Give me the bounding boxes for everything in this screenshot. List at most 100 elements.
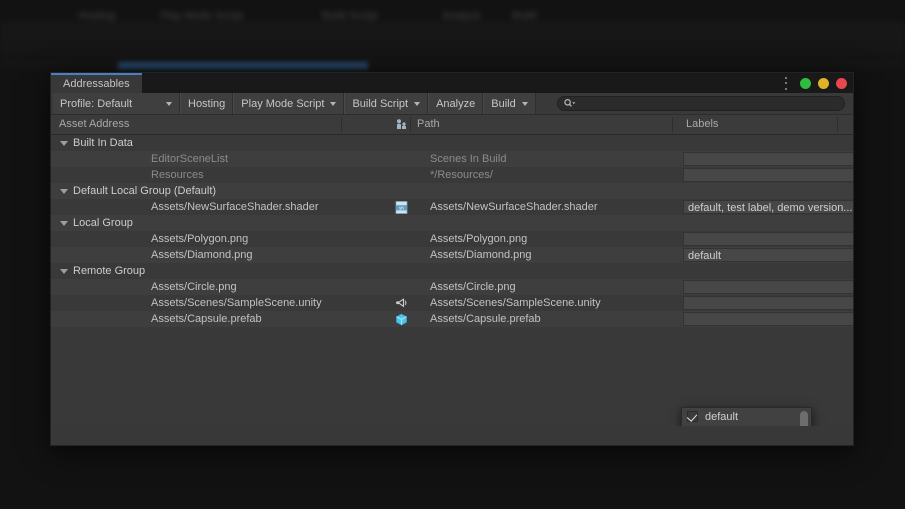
kebab-menu-icon[interactable] xyxy=(781,76,791,90)
scene-icon xyxy=(396,298,407,308)
window-footer xyxy=(51,426,853,444)
labels-popup-scrollbar-thumb[interactable] xyxy=(800,411,808,426)
analyze-label: Analyze xyxy=(436,97,476,110)
shader-icon: sh xyxy=(395,201,408,214)
group-name-label: Remote Group xyxy=(73,265,146,277)
play-mode-script-label: Play Mode Script xyxy=(241,97,325,110)
labels-dropdown[interactable] xyxy=(683,168,853,182)
modified-flag-icon xyxy=(397,119,406,129)
tree-asset-row[interactable]: Assets/Circle.png Assets/Circle.png xyxy=(51,279,853,295)
search-icon xyxy=(564,99,576,107)
profile-label: Profile: Default xyxy=(60,97,133,110)
asset-address-label: Assets/Diamond.png xyxy=(151,249,253,261)
labels-popup-items: defaulttest labeldemo versionpreload xyxy=(682,408,811,426)
column-labels[interactable]: Labels xyxy=(686,118,718,130)
column-asset-address[interactable]: Asset Address xyxy=(59,118,129,130)
addressables-tree[interactable]: Built In Data EditorSceneList Scenes In Bu… xyxy=(51,135,853,426)
addressables-groups-window: Addressables Profile: Default Hosting Pl… xyxy=(50,72,854,446)
chevron-down-icon xyxy=(166,101,172,106)
expand-triangle-icon[interactable] xyxy=(60,221,68,226)
asset-path-label: Assets/Capsule.prefab xyxy=(430,313,541,325)
shader-icon: sh xyxy=(395,201,408,214)
search-container xyxy=(555,93,853,114)
build-label: Build xyxy=(491,97,516,110)
tree-asset-row[interactable]: Assets/NewSurfaceShader.shader sh Assets/N… xyxy=(51,199,853,215)
labels-dropdown[interactable] xyxy=(683,296,853,310)
column-divider[interactable] xyxy=(672,117,673,132)
expand-triangle-icon[interactable] xyxy=(60,189,68,194)
group-name-label: Built In Data xyxy=(73,137,133,149)
tab-addressables[interactable]: Addressables xyxy=(51,73,142,93)
chevron-down-icon xyxy=(330,101,337,106)
asset-path-label: Assets/Polygon.png xyxy=(430,233,528,245)
labels-dropdown-value: default xyxy=(688,250,722,262)
build-script-dropdown[interactable]: Build Script xyxy=(344,93,429,114)
labels-dropdown[interactable] xyxy=(683,312,853,326)
labels-dropdown-value: default, test label, demo version... xyxy=(688,202,853,214)
labels-dropdown[interactable]: default xyxy=(683,248,853,262)
build-dropdown[interactable]: Build xyxy=(483,93,536,114)
chevron-down-icon xyxy=(521,101,528,106)
asset-path-label: Assets/NewSurfaceShader.shader xyxy=(430,201,598,213)
chevron-down-icon xyxy=(414,101,421,106)
svg-text:sh: sh xyxy=(399,206,404,211)
asset-path-label: */Resources/ xyxy=(430,169,493,181)
column-header-row: Asset Address Path Labels xyxy=(51,115,853,135)
tree-group-row[interactable]: Default Local Group (Default) xyxy=(51,183,853,199)
group-name-label: Local Group xyxy=(73,217,133,229)
labels-dropdown[interactable] xyxy=(683,152,853,166)
group-name-label: Default Local Group (Default) xyxy=(73,185,217,197)
checkbox-checked-icon[interactable] xyxy=(687,411,698,422)
tree-group-row[interactable]: Built In Data xyxy=(51,135,853,151)
tree-asset-row[interactable]: Assets/Diamond.png Assets/Diamond.png defa… xyxy=(51,247,853,263)
labels-popup-item[interactable]: default xyxy=(682,408,811,425)
asset-address-label: EditorSceneList xyxy=(151,153,229,165)
toolbar-spacer xyxy=(535,93,555,114)
asset-path-label: Assets/Scenes/SampleScene.unity xyxy=(430,297,601,309)
asset-path-label: Assets/Diamond.png xyxy=(430,249,532,261)
labels-popup-item[interactable]: test label xyxy=(682,425,811,426)
expand-triangle-icon[interactable] xyxy=(60,269,68,274)
tree-asset-row[interactable]: Assets/Capsule.prefab Assets/Capsule.pref… xyxy=(51,311,853,327)
asset-address-label: Resources xyxy=(151,169,204,181)
window-controls xyxy=(781,73,847,93)
asset-address-label: Assets/Scenes/SampleScene.unity xyxy=(151,297,322,309)
maximize-button[interactable] xyxy=(818,77,829,89)
labels-popup-item-label: default xyxy=(705,410,739,423)
window-titlebar: Addressables xyxy=(51,73,853,93)
asset-address-label: Assets/Capsule.prefab xyxy=(151,313,262,325)
asset-address-label: Assets/NewSurfaceShader.shader xyxy=(151,201,319,213)
scene-icon xyxy=(395,297,408,310)
asset-path-label: Scenes In Build xyxy=(430,153,507,165)
prefab-icon xyxy=(396,313,407,326)
tree-group-row[interactable]: Remote Group xyxy=(51,263,853,279)
expand-triangle-icon[interactable] xyxy=(60,141,68,146)
analyze-button[interactable]: Analyze xyxy=(428,93,484,114)
column-divider[interactable] xyxy=(410,117,411,132)
column-path[interactable]: Path xyxy=(417,118,440,130)
labels-popup[interactable]: defaulttest labeldemo versionpreload xyxy=(681,407,812,426)
column-divider[interactable] xyxy=(837,117,838,132)
tree-asset-row[interactable]: Resources */Resources/ xyxy=(51,167,853,183)
minimize-button[interactable] xyxy=(800,77,811,89)
search-input[interactable] xyxy=(557,96,845,111)
column-divider[interactable] xyxy=(341,117,342,132)
labels-dropdown[interactable] xyxy=(683,232,853,246)
build-script-label: Build Script xyxy=(352,97,409,110)
profile-dropdown[interactable]: Profile: Default xyxy=(53,93,180,114)
tree-asset-row[interactable]: EditorSceneList Scenes In Build xyxy=(51,151,853,167)
prefab-icon xyxy=(395,313,408,326)
labels-dropdown[interactable] xyxy=(683,280,853,294)
asset-path-label: Assets/Circle.png xyxy=(430,281,516,293)
close-button[interactable] xyxy=(836,77,847,89)
tab-addressables-label: Addressables xyxy=(63,78,130,90)
tree-asset-row[interactable]: Assets/Scenes/SampleScene.unity Assets/Sc… xyxy=(51,295,853,311)
hosting-button[interactable]: Hosting xyxy=(180,93,234,114)
tree-group-row[interactable]: Local Group xyxy=(51,215,853,231)
tree-asset-row[interactable]: Assets/Polygon.png Assets/Polygon.png xyxy=(51,231,853,247)
addressables-toolbar: Profile: Default Hosting Play Mode Scrip… xyxy=(51,93,853,115)
play-mode-script-dropdown[interactable]: Play Mode Script xyxy=(233,93,345,114)
asset-address-label: Assets/Circle.png xyxy=(151,281,237,293)
labels-dropdown[interactable]: default, test label, demo version... xyxy=(683,200,853,214)
hosting-label: Hosting xyxy=(188,97,226,110)
